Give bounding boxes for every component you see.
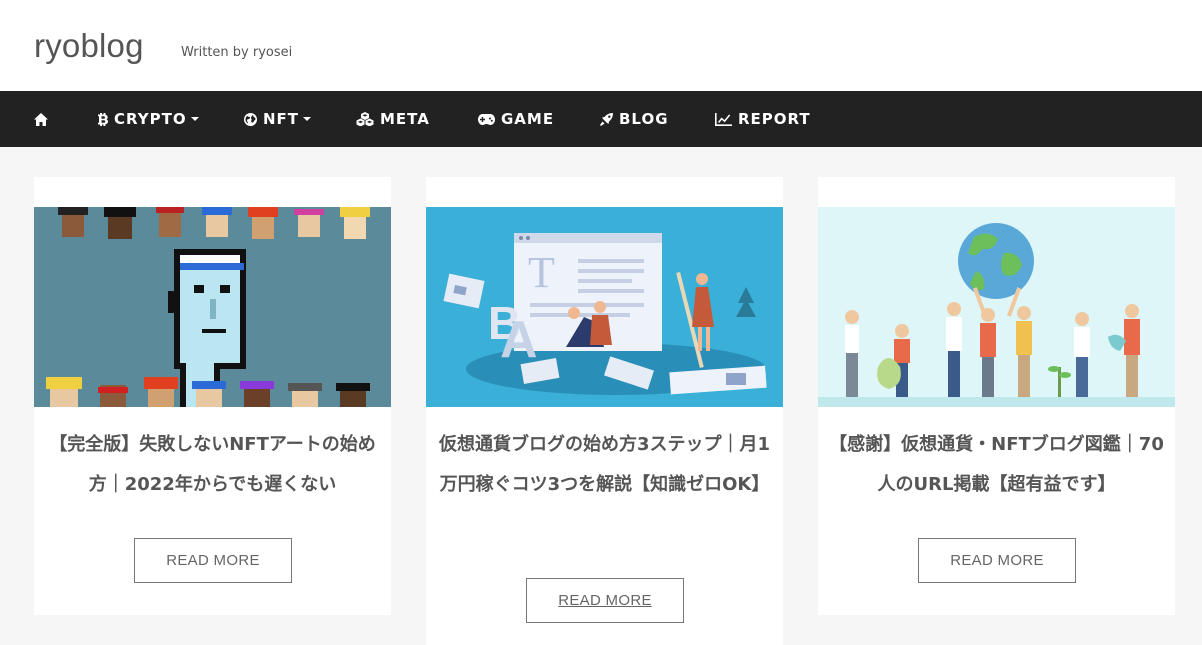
svg-text:A: A xyxy=(500,311,538,369)
nav-meta[interactable]: META xyxy=(356,91,430,147)
site-tagline: Written by ryosei xyxy=(181,45,293,60)
home-icon xyxy=(34,112,48,126)
post-thumbnail[interactable] xyxy=(818,207,1175,407)
gamepad-icon xyxy=(478,113,495,125)
svg-text:T: T xyxy=(528,248,555,297)
nav-report-label: REPORT xyxy=(738,110,811,128)
site-header: ryoblog Written by ryosei xyxy=(0,0,1202,91)
read-more-button[interactable]: READ MORE xyxy=(134,538,292,583)
nav-game-label: GAME xyxy=(501,110,555,128)
nav-crypto[interactable]: CRYPTO xyxy=(98,91,199,147)
cubes-icon xyxy=(356,112,374,126)
nav-game[interactable]: GAME xyxy=(478,91,554,147)
globe-people-thumbnail xyxy=(818,207,1175,407)
site-title[interactable]: ryoblog xyxy=(34,27,144,65)
nav-report[interactable]: REPORT xyxy=(715,91,811,147)
post-thumbnail[interactable] xyxy=(34,207,391,407)
nav-blog-label: BLOG xyxy=(619,110,669,128)
chevron-down-icon xyxy=(303,117,312,121)
post-card: 【感謝】仮想通貨・NFTブログ図鑑｜70人のURL掲載【超有益です】 READ … xyxy=(818,177,1175,615)
nav-nft[interactable]: NFT xyxy=(244,91,312,147)
rocket-icon xyxy=(600,112,613,126)
line-chart-icon xyxy=(715,112,732,126)
globe-icon xyxy=(244,112,257,126)
nav-meta-label: META xyxy=(380,110,430,128)
main-nav: CRYPTO NFT META GAME BLOG REPORT xyxy=(0,91,1202,147)
nav-crypto-label: CRYPTO xyxy=(114,110,187,128)
post-card: 【完全版】失敗しないNFTアートの始め方｜2022年からでも遅くない READ … xyxy=(34,177,391,615)
read-more-button[interactable]: READ MORE xyxy=(526,578,684,623)
nav-home[interactable] xyxy=(34,91,54,147)
nav-blog[interactable]: BLOG xyxy=(600,91,669,147)
punk-art-thumbnail xyxy=(34,207,391,407)
bitcoin-icon xyxy=(98,112,108,126)
chevron-down-icon xyxy=(190,117,199,121)
post-title[interactable]: 仮想通貨ブログの始め方3ステップ｜月1万円稼ぐコツ3つを解説【知識ゼロOK】 xyxy=(434,425,775,505)
post-thumbnail[interactable]: T B A xyxy=(426,207,783,407)
blog-illustration-thumbnail: T B A xyxy=(426,207,783,407)
read-more-button[interactable]: READ MORE xyxy=(918,538,1076,583)
post-title[interactable]: 【感謝】仮想通貨・NFTブログ図鑑｜70人のURL掲載【超有益です】 xyxy=(826,425,1167,505)
post-title[interactable]: 【完全版】失敗しないNFTアートの始め方｜2022年からでも遅くない xyxy=(42,425,383,505)
nav-nft-label: NFT xyxy=(263,110,300,128)
post-card: T B A 仮想通貨ブログの始め方3ステップ｜月1万円稼ぐコツ3つを解説【知識ゼ… xyxy=(426,177,783,645)
